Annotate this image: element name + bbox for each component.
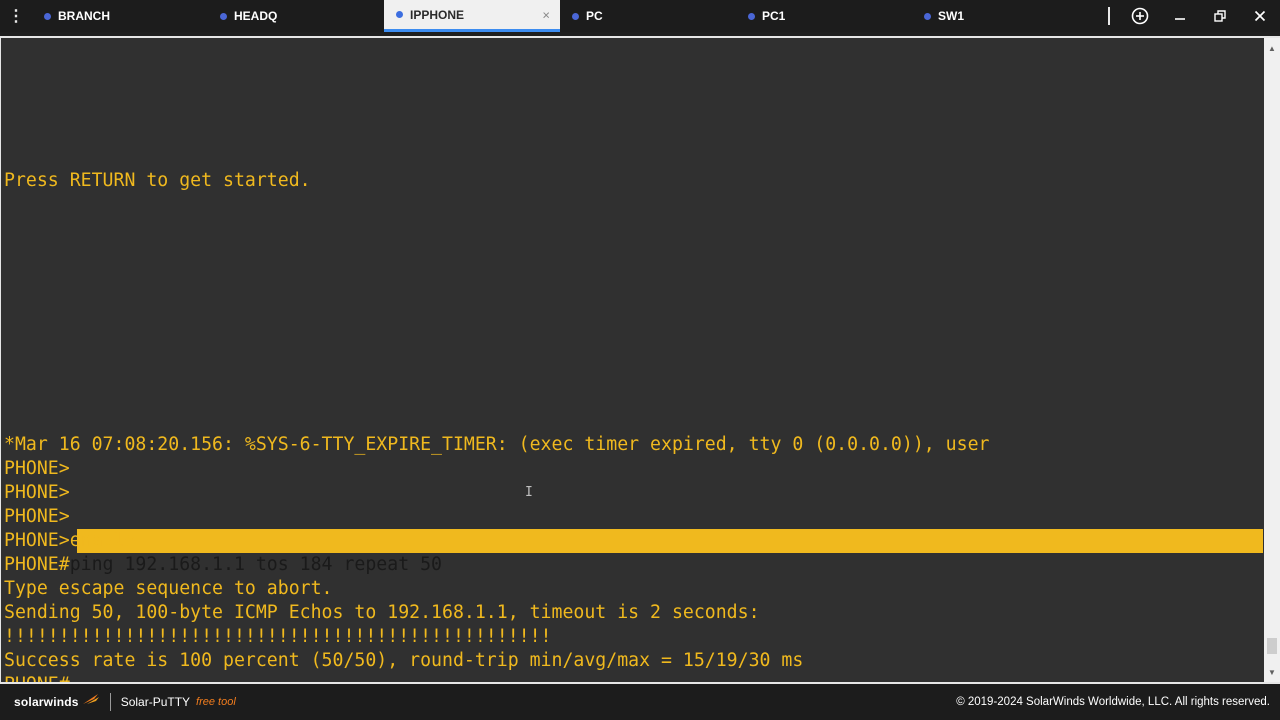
terminal-line: PHONE>enable [4, 530, 136, 551]
session-status-dot-icon [572, 12, 579, 20]
close-window-icon[interactable] [1240, 0, 1280, 32]
terminal-line: !!!!!!!!!!!!!!!!!!!!!!!!!!!!!!!!!!!!!!!!… [4, 626, 552, 647]
scrollbar-thumb[interactable] [1267, 638, 1277, 654]
session-status-dot-icon [748, 12, 755, 20]
terminal-prompt-line: PHONE#ping 192.168.1.1 tos 184 repeat 50 [4, 553, 442, 577]
new-session-plus-icon[interactable] [1120, 0, 1160, 32]
solarwinds-logo: solarwinds [14, 694, 100, 709]
solar-putty-window: ⋮ BRANCH HEADQ IPPHONE × PC PC1 SW1 PHON… [0, 0, 1280, 720]
prompt-text: PHONE# [4, 554, 70, 575]
tab-label: SW1 [938, 9, 965, 23]
tab-bar: ⋮ BRANCH HEADQ IPPHONE × PC PC1 SW1 [0, 0, 1280, 32]
tab-sw1[interactable]: SW1 [912, 0, 1088, 32]
terminal-line: Sending 50, 100-byte ICMP Echos to 192.1… [4, 602, 760, 623]
scroll-up-arrow-icon[interactable]: ▲ [1264, 40, 1280, 56]
terminal-scrollbar[interactable]: ▲ ▼ [1264, 36, 1280, 682]
tab-pc[interactable]: PC [560, 0, 736, 32]
scroll-down-arrow-icon[interactable]: ▼ [1264, 664, 1280, 680]
tab-label: HEADQ [234, 9, 278, 23]
terminal-line: PHONE> [4, 506, 70, 527]
tab-headq[interactable]: HEADQ [208, 0, 384, 32]
tab-label: IPPHONE [410, 7, 465, 22]
logo-text: solarwinds [14, 695, 79, 709]
terminal-line: PHONE# [4, 673, 70, 682]
tab-pc1[interactable]: PC1 [736, 0, 912, 32]
tab-label: BRANCH [58, 9, 110, 23]
selected-command-text: ping 192.168.1.1 tos 184 repeat 50 [69, 554, 442, 575]
app-name: Solar-PuTTY [120, 695, 191, 709]
restore-icon[interactable] [1200, 0, 1240, 32]
session-status-dot-icon [924, 12, 931, 20]
free-tool-badge: free tool [196, 696, 236, 708]
mouse-ibeam-cursor-icon: I [525, 485, 533, 500]
tab-label: PC [586, 9, 603, 23]
minimize-icon[interactable] [1160, 0, 1200, 32]
terminal-line: Press RETURN to get started. [4, 170, 311, 191]
tab-branch[interactable]: BRANCH [32, 0, 208, 32]
footer-bar: solarwinds Solar-PuTTY free tool © 2019-… [0, 682, 1280, 720]
window-controls [1108, 0, 1280, 32]
footer-divider [109, 693, 111, 711]
copyright-text: © 2019-2024 SolarWinds Worldwide, LLC. A… [956, 696, 1270, 708]
tab-label: PC1 [762, 9, 786, 23]
divider [1108, 7, 1110, 25]
tab-close-icon[interactable]: × [542, 7, 550, 22]
terminal-line: Success rate is 100 percent (50/50), rou… [4, 650, 804, 671]
terminal-line: PHONE> [4, 482, 70, 503]
tab-ipphone[interactable]: IPPHONE × [384, 0, 560, 32]
session-status-dot-icon [220, 12, 227, 20]
terminal-line: *Mar 16 07:08:20.156: %SYS-6-TTY_EXPIRE_… [4, 434, 990, 455]
session-tabs: BRANCH HEADQ IPPHONE × PC PC1 SW1 [32, 0, 1088, 32]
selected-command-highlight [77, 529, 1263, 553]
menu-kebab-icon[interactable]: ⋮ [0, 0, 32, 32]
terminal-output[interactable]: PHONE#ping 192.168.1.1 tos 184 repeat 50… [0, 36, 1264, 682]
session-status-dot-icon [396, 11, 403, 18]
session-status-dot-icon [44, 12, 51, 20]
terminal-line: Type escape sequence to abort. [4, 578, 333, 599]
solarwinds-wing-icon [82, 694, 99, 704]
terminal-line: PHONE> [4, 458, 70, 479]
